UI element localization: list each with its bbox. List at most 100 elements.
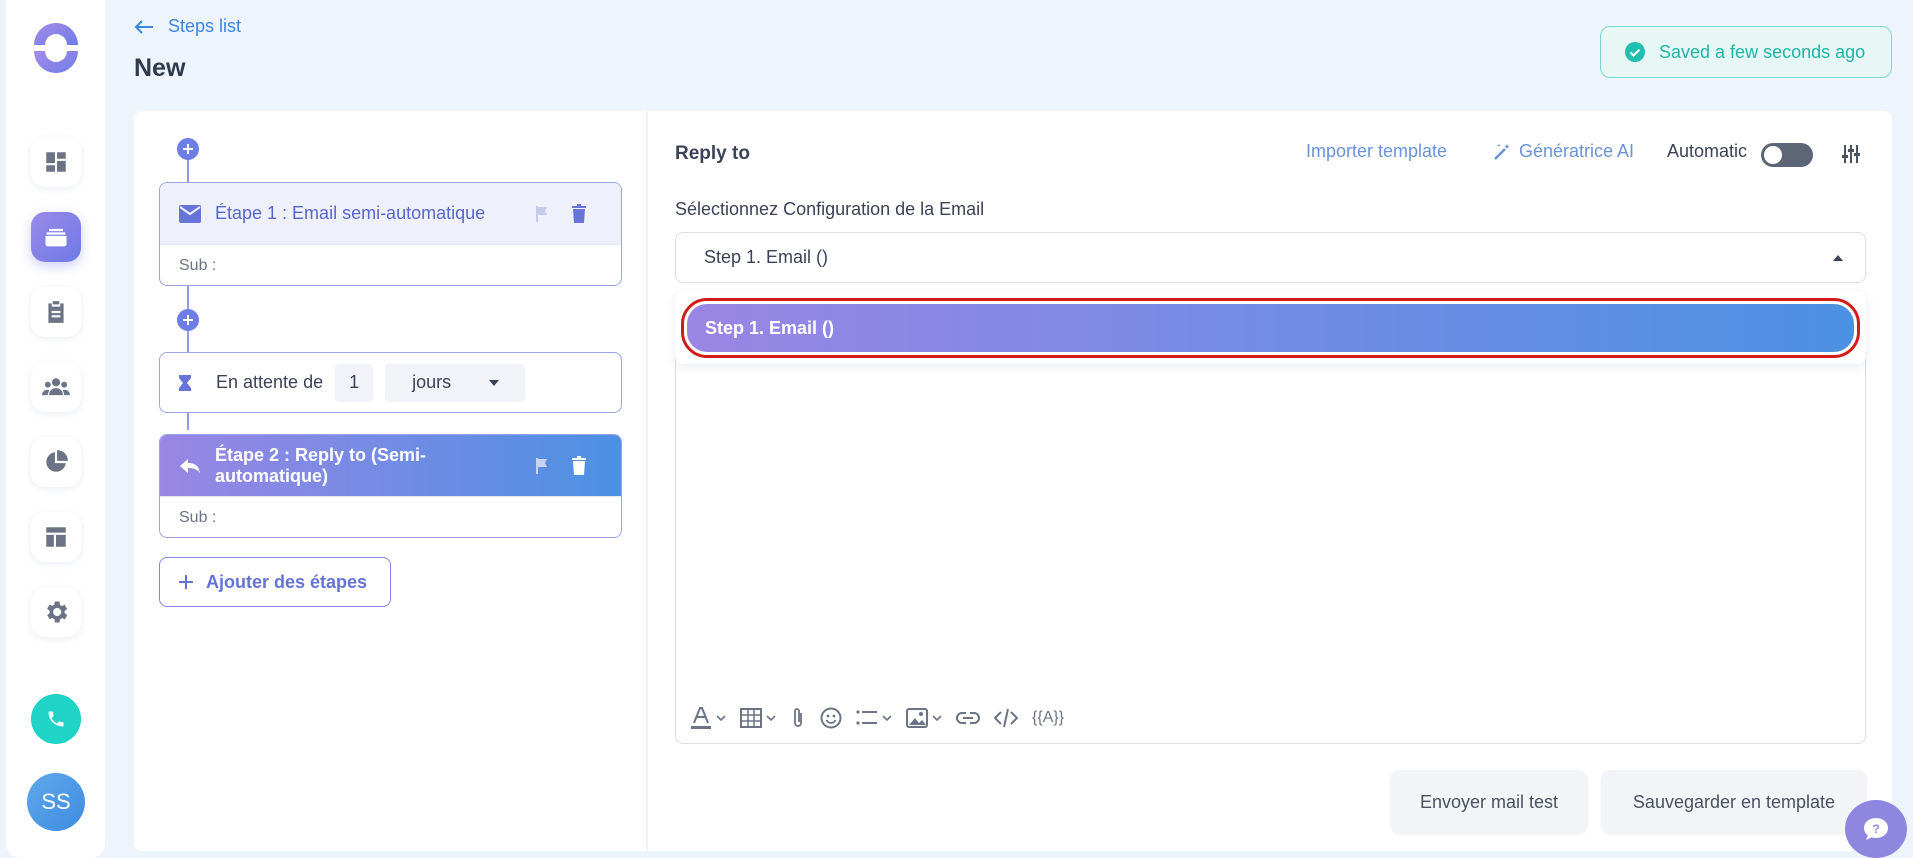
phone-button[interactable] bbox=[31, 694, 81, 744]
gear-icon bbox=[47, 601, 68, 623]
paperclip-icon bbox=[794, 708, 802, 727]
hourglass-icon bbox=[179, 374, 191, 391]
save-as-template-button[interactable]: Sauvegarder en template bbox=[1601, 770, 1867, 834]
pie-chart-icon bbox=[46, 450, 68, 472]
config-select-label: Sélectionnez Configuration de la Email bbox=[675, 199, 985, 219]
add-steps-button[interactable]: Ajouter des étapes bbox=[159, 557, 391, 607]
automatic-toggle[interactable] bbox=[1761, 143, 1813, 167]
saved-status-text: Saved a few seconds ago bbox=[1659, 41, 1866, 62]
editor-title: Reply to bbox=[675, 143, 750, 164]
page-title: New bbox=[134, 54, 186, 82]
dashboard-icon bbox=[46, 152, 66, 172]
sidebar-item-tasks[interactable] bbox=[31, 287, 81, 337]
caret-down-icon bbox=[489, 379, 500, 386]
code-button[interactable] bbox=[994, 708, 1018, 728]
automatic-label: Automatic bbox=[1667, 141, 1748, 161]
attachment-button[interactable] bbox=[790, 707, 806, 729]
logo-icon[interactable] bbox=[31, 23, 81, 73]
insert-step-button[interactable] bbox=[177, 309, 199, 331]
step-subject: Sub : bbox=[160, 496, 621, 537]
phone-icon bbox=[48, 711, 64, 727]
svg-text:?: ? bbox=[1872, 822, 1879, 836]
wait-delay-card: En attente de 1 jours bbox=[159, 352, 622, 413]
image-button[interactable] bbox=[906, 708, 942, 728]
sidebar-item-settings[interactable] bbox=[31, 587, 81, 637]
avatar[interactable]: SS bbox=[27, 773, 85, 831]
sidebar-item-campaigns[interactable] bbox=[31, 212, 81, 262]
step-card-2[interactable]: Étape 2 : Reply to (Semi-automatique) Su… bbox=[159, 434, 622, 538]
trash-icon[interactable] bbox=[571, 455, 587, 476]
editor-toolbar: {{A}} bbox=[690, 706, 1064, 730]
help-chat-icon: ? bbox=[1864, 818, 1888, 840]
help-chat-button[interactable]: ? bbox=[1845, 800, 1907, 858]
settings-sliders-button[interactable] bbox=[1841, 144, 1861, 164]
wait-value-input[interactable]: 1 bbox=[335, 363, 374, 402]
insert-step-button[interactable] bbox=[177, 138, 199, 160]
code-icon bbox=[994, 708, 1018, 728]
chevron-down-icon bbox=[932, 715, 942, 721]
variable-label: {{A}} bbox=[1032, 709, 1065, 726]
table-icon bbox=[740, 708, 762, 728]
sidebar-item-dashboard[interactable] bbox=[31, 137, 81, 187]
plus-icon bbox=[183, 315, 193, 325]
dropdown-option[interactable]: Step 1. Email () bbox=[681, 298, 1860, 358]
config-select[interactable]: Step 1. Email () bbox=[675, 232, 1866, 283]
add-steps-label: Ajouter des étapes bbox=[206, 571, 368, 592]
step-title: Étape 2 : Reply to (Semi-automatique) bbox=[215, 444, 427, 486]
magic-wand-icon bbox=[1494, 143, 1510, 160]
column-divider bbox=[646, 111, 648, 851]
plus-icon bbox=[179, 575, 193, 589]
list-button[interactable] bbox=[856, 709, 892, 727]
sidebar: SS bbox=[6, 0, 105, 858]
back-link[interactable]: Steps list bbox=[134, 16, 241, 37]
reply-icon bbox=[180, 458, 200, 473]
text-color-button[interactable] bbox=[690, 706, 726, 730]
plus-icon bbox=[183, 144, 193, 154]
chevron-down-icon bbox=[882, 715, 892, 721]
trash-icon[interactable] bbox=[571, 203, 587, 224]
clipboard-icon bbox=[48, 301, 64, 323]
check-circle-icon bbox=[1625, 42, 1645, 62]
step-card-header[interactable]: Étape 1 : Email semi-automatique bbox=[160, 183, 621, 244]
image-icon bbox=[906, 708, 928, 728]
wait-unit-value: jours bbox=[412, 372, 452, 392]
text-color-icon bbox=[691, 707, 711, 729]
variable-button[interactable]: {{A}} bbox=[1032, 709, 1064, 727]
caret-up-icon bbox=[1833, 255, 1843, 261]
sidebar-item-stats[interactable] bbox=[31, 437, 81, 487]
inbox-icon bbox=[45, 228, 67, 247]
import-template-link[interactable]: Importer template bbox=[1306, 141, 1447, 162]
send-test-mail-button[interactable]: Envoyer mail test bbox=[1390, 770, 1588, 834]
ai-generator-button[interactable]: Génératrice AI bbox=[1493, 141, 1634, 162]
list-icon bbox=[856, 710, 877, 725]
sidebar-item-templates[interactable] bbox=[31, 512, 81, 562]
emoji-button[interactable] bbox=[820, 707, 842, 729]
wait-label: En attente de bbox=[216, 372, 324, 392]
envelope-icon bbox=[179, 204, 201, 223]
save-as-template-label: Sauvegarder en template bbox=[1632, 791, 1836, 812]
flag-icon[interactable] bbox=[535, 457, 549, 475]
users-icon bbox=[42, 378, 70, 396]
ai-generator-label: Génératrice AI bbox=[1519, 141, 1635, 161]
avatar-initials: SS bbox=[41, 789, 71, 814]
wait-unit-select[interactable]: jours bbox=[385, 363, 526, 402]
config-select-value: Step 1. Email () bbox=[704, 247, 829, 267]
send-test-mail-label: Envoyer mail test bbox=[1419, 791, 1559, 812]
layout-icon bbox=[46, 527, 66, 547]
import-template-label: Importer template bbox=[1306, 141, 1448, 161]
step-card-header[interactable]: Étape 2 : Reply to (Semi-automatique) bbox=[160, 435, 621, 496]
chevron-down-icon bbox=[766, 715, 776, 721]
config-dropdown-menu: Step 1. Email () bbox=[675, 292, 1866, 364]
step-title: Étape 1 : Email semi-automatique bbox=[215, 203, 486, 223]
table-button[interactable] bbox=[740, 708, 776, 728]
link-icon bbox=[956, 712, 980, 724]
sidebar-item-contacts[interactable] bbox=[31, 362, 81, 412]
link-button[interactable] bbox=[956, 711, 980, 725]
saved-status-badge: Saved a few seconds ago bbox=[1600, 26, 1892, 78]
sliders-icon bbox=[1842, 145, 1860, 163]
flag-icon[interactable] bbox=[535, 205, 549, 223]
email-body-editor[interactable] bbox=[675, 348, 1866, 744]
step-card-1[interactable]: Étape 1 : Email semi-automatique Sub : bbox=[159, 182, 622, 286]
chevron-down-icon bbox=[716, 715, 726, 721]
step-subject: Sub : bbox=[160, 244, 621, 285]
